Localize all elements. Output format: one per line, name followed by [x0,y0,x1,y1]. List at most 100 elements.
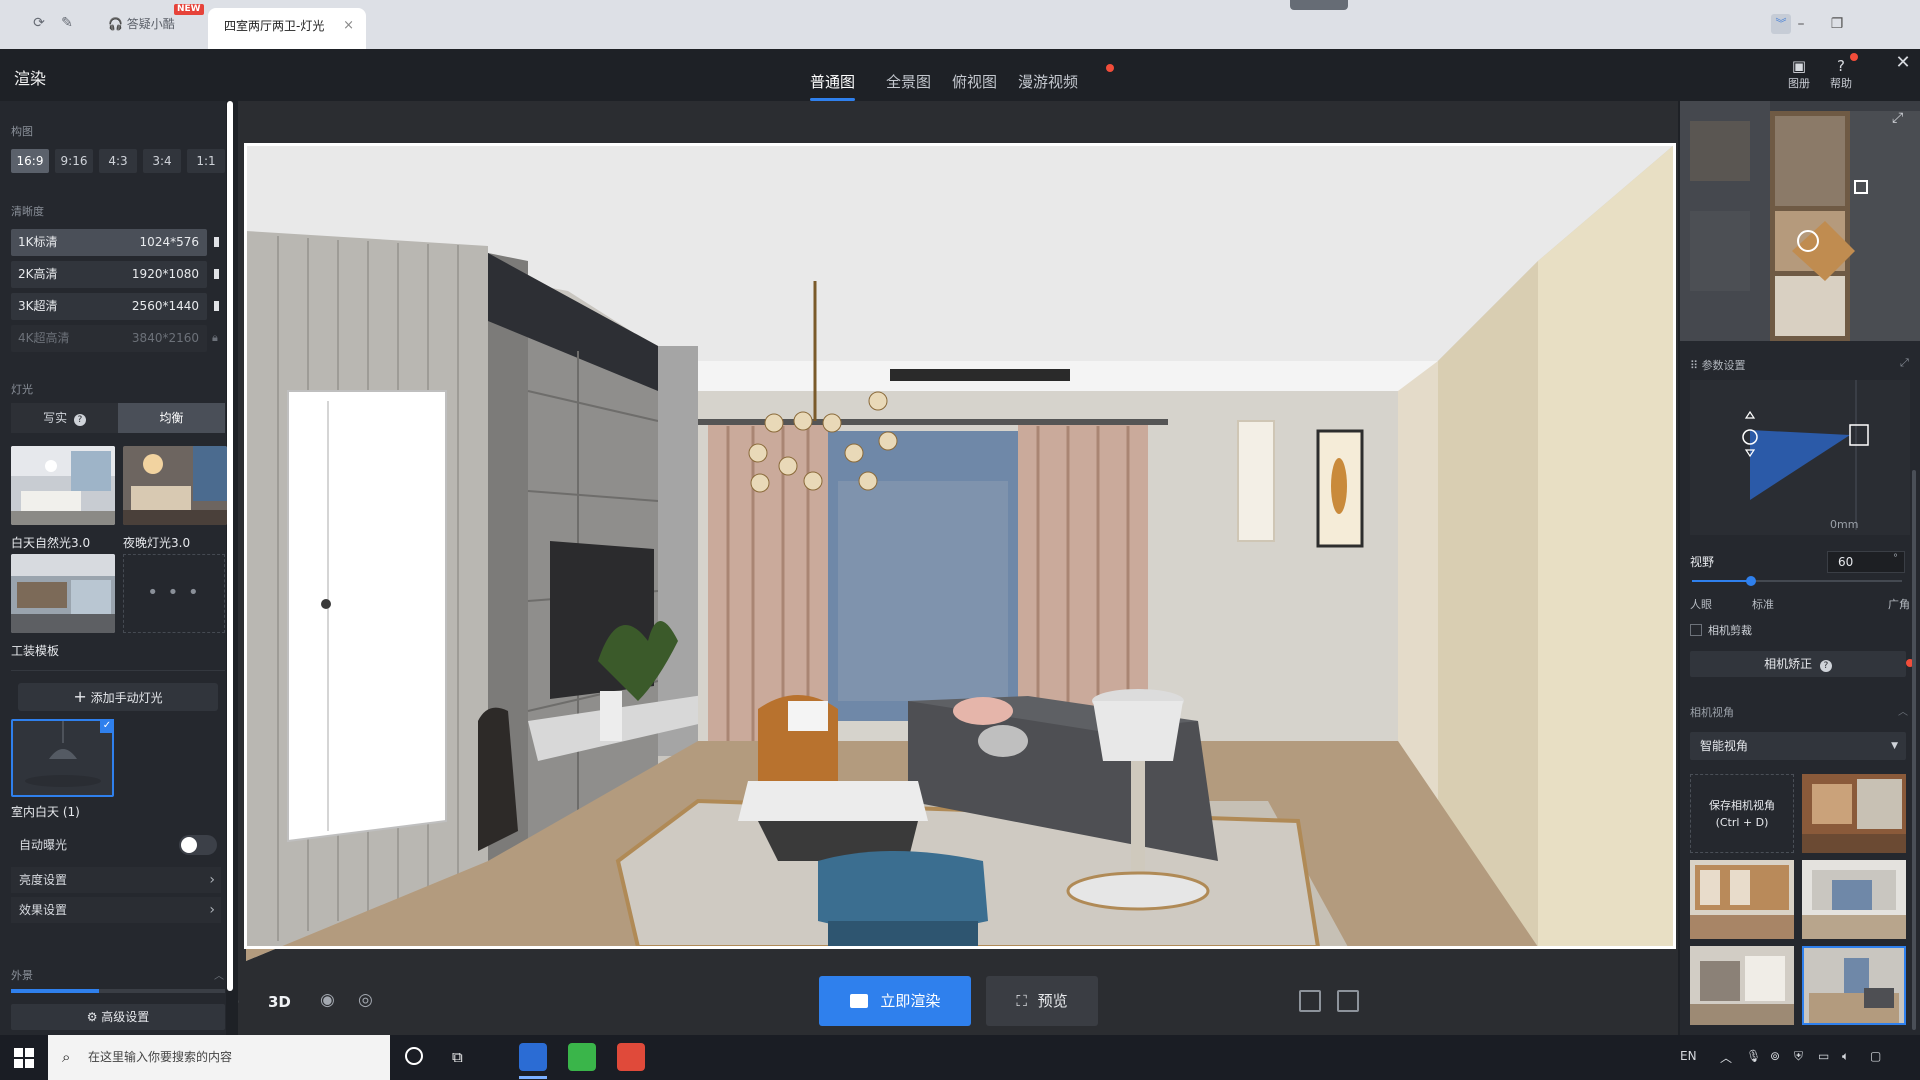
light-card-thumbnail[interactable] [11,719,114,797]
ratio-9-16[interactable]: 9:16 [55,149,93,173]
input-language[interactable]: EN [1680,1049,1697,1063]
chevron-right-icon: › [209,872,215,888]
distance-label: 0mm [1830,518,1859,531]
os-taskbar: ⌕ 在这里输入你要搜索的内容 ⧉ EN ︿ 🎙︎ ⊚ ⛨ ▭ 🔈︎ ▢ [0,1035,1920,1080]
help-button[interactable]: ? 帮助 [1821,57,1861,91]
microphone-icon[interactable]: 🎙︎ [1746,1049,1761,1063]
left-panel-scrollbar[interactable] [227,101,233,991]
tab-topview[interactable]: 俯视图 [952,71,997,101]
grid-view-icon[interactable] [1299,990,1321,1012]
camera-view-thumbnail-selected[interactable] [1802,946,1906,1025]
minimize-icon[interactable]: – [1791,14,1811,34]
fullscreen-icon[interactable] [1337,990,1359,1012]
assist-button[interactable]: 🎧 答疑小酷 NEW [108,4,204,34]
resolution-3k[interactable]: 3K超清 2560*1440 [11,293,207,320]
chevron-up-icon[interactable]: ︿ [1898,703,1908,718]
app-browser-icon[interactable] [519,1043,547,1071]
tab-close-icon[interactable]: × [343,8,354,44]
save-camera-view-button[interactable]: 保存相机视角 (Ctrl + D) [1690,774,1794,853]
windows-start-icon[interactable] [14,1048,34,1068]
fov-input[interactable]: 60 ° [1827,551,1905,573]
chevron-up-icon[interactable]: ︿ [214,967,224,982]
page-title: 渲染 [14,69,47,88]
brightness-settings-row[interactable]: 亮度设置 › [11,867,221,893]
network-icon[interactable]: ⊚ [1770,1049,1780,1063]
display-icon[interactable]: ▭ [1818,1049,1829,1063]
add-manual-light-button[interactable]: + 添加手动灯光 [18,683,218,711]
ratio-16-9[interactable]: 16:9 [11,149,49,173]
notification-icon[interactable]: ▢ [1870,1049,1881,1063]
effect-settings-row[interactable]: 效果设置 › [11,897,221,923]
window-drag-handle[interactable] [1290,0,1348,10]
advanced-settings-button[interactable]: ⚙ 高级设置 [11,1004,225,1030]
camera-clip-checkbox[interactable]: 相机剪裁 [1690,622,1752,638]
resolution-4k[interactable]: 4K超高清 3840*2160 [11,325,207,352]
app-red-icon[interactable] [617,1043,645,1071]
camera-view-select[interactable]: 智能视角 ▼ [1690,732,1906,760]
question-icon: ? [1819,660,1832,672]
eye-icon[interactable]: ◉ [320,990,335,1010]
checkbox-box[interactable] [1690,624,1702,636]
preset-day-thumbnail[interactable] [11,446,115,525]
preset-night-thumbnail[interactable] [123,446,227,525]
cortana-icon[interactable] [405,1047,423,1065]
render-frame [244,143,1676,949]
camera-view-thumbnail[interactable] [1690,860,1794,939]
caret-down-icon: ▼ [1891,741,1898,751]
tab-panorama[interactable]: 全景图 [886,71,931,101]
drag-handle-icon: ⠿ [1690,359,1699,372]
fov-tick-wide: 广角 [1888,598,1910,611]
ratio-4-3[interactable]: 4:3 [99,149,137,173]
document-tab[interactable]: 四室两厅两卫-灯光 × [208,8,366,49]
ratio-3-4[interactable]: 3:4 [143,149,181,173]
shield-icon[interactable]: ⛨ [1794,1049,1803,1064]
check-icon[interactable]: ✓ [100,719,114,733]
taskbar-search-input[interactable]: ⌕ 在这里输入你要搜索的内容 [48,1035,390,1080]
view-2d-button[interactable]: 2D [238,993,239,1011]
render-viewport[interactable]: 2D 3D ◉ ◎ 立即渲染 ⛶ 预览 [238,101,1678,1035]
right-panel-scrollbar[interactable] [1912,470,1916,1030]
ratio-1-1[interactable]: 1:1 [187,149,225,173]
preview-button[interactable]: ⛶ 预览 [986,976,1098,1026]
album-button[interactable]: ▣ 图册 [1779,57,1819,91]
preset-workspace-label: 工装模板 [11,644,60,658]
fov-label: 视野 [1690,555,1715,569]
light-mode-balanced[interactable]: 均衡 [118,403,225,433]
chevron-down-icon[interactable]: ︾ [1771,14,1791,34]
close-icon[interactable]: ✕ [1888,50,1918,76]
refresh-icon[interactable]: ⟳ [30,14,48,32]
camera-view-thumbnail[interactable] [1802,860,1906,939]
resolution-2k[interactable]: 2K高清 1920*1080 [11,261,207,288]
chevron-up-icon[interactable]: ︿ [1720,1049,1732,1066]
light-mode-realistic[interactable]: 写实 ? [11,403,118,433]
restore-icon[interactable]: ❐ [1827,14,1847,34]
pin-icon[interactable]: ✎ [58,14,76,32]
task-view-icon[interactable]: ⧉ [452,1048,463,1066]
resolution-indicator [214,301,219,311]
camera-view-thumbnail[interactable] [1802,774,1906,853]
camera-correct-button[interactable]: 相机矫正 ? [1690,651,1906,677]
view-3d-button[interactable]: 3D [268,993,291,1011]
more-presets-button[interactable]: • • • [123,554,225,633]
fov-slider-handle[interactable] [1745,576,1756,586]
expand-minimap-icon[interactable]: ⤢ [1892,110,1903,126]
popout-icon[interactable]: ⤢ [1900,356,1909,370]
floorplan-minimap[interactable] [1680,101,1920,341]
tab-normal[interactable]: 普通图 [810,71,856,101]
headset-icon: 🎧 [108,17,123,31]
assist-label: 答疑小酷 [126,17,175,31]
resolution-1k[interactable]: 1K标清 1024*576 [11,229,207,256]
tab-roaming-video[interactable]: 漫游视频 [1018,71,1078,101]
preset-workspace-thumbnail[interactable] [11,554,115,633]
render-now-button[interactable]: 立即渲染 [819,976,971,1026]
compass-icon[interactable]: ◎ [358,990,373,1010]
fov-slider[interactable] [1692,576,1902,586]
active-app-indicator [519,1076,547,1079]
auto-exposure-label: 自动曝光 [19,838,68,852]
auto-exposure-toggle[interactable] [179,835,217,855]
volume-icon[interactable]: 🔈︎ [1842,1049,1849,1064]
app-green-icon[interactable] [568,1043,596,1071]
camera-diagram[interactable] [1690,380,1910,535]
lighting-title: 灯光 [11,383,33,396]
camera-view-thumbnail[interactable] [1690,946,1794,1025]
